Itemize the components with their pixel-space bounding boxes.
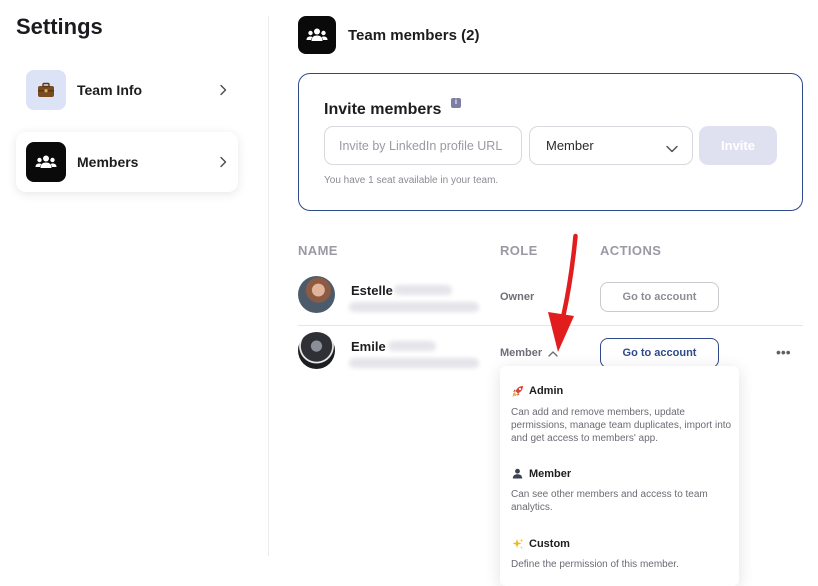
redacted-surname [394,285,452,295]
sidebar-item-label: Members [77,154,139,170]
person-icon [511,467,524,480]
invite-card: Invite members i Member Invite You have … [298,73,803,211]
role-label: Member [500,347,543,359]
avatar [298,276,335,313]
page-title: Team members (2) [348,27,480,44]
redacted-surname [388,341,436,351]
role-select-value: Member [546,138,594,153]
avatar [298,332,335,369]
go-to-account-button[interactable]: Go to account [600,338,719,368]
info-icon[interactable]: i [451,98,461,108]
column-header-name: NAME [298,243,338,258]
role-dropdown-toggle[interactable]: Member [500,347,558,359]
role-option-description: Can see other members and access to team… [511,489,708,513]
role-option-label: Custom [529,537,570,550]
more-options-icon[interactable]: ••• [776,345,791,359]
role-label: Owner [500,291,535,303]
redacted-detail [349,302,479,312]
role-option-label: Member [529,467,572,480]
sidebar-item-members[interactable]: Members [16,132,238,192]
settings-title: Settings [16,14,103,39]
chevron-up-icon [548,350,558,357]
row-divider [298,325,803,326]
sidebar-item-team-info[interactable]: Team Info [16,60,238,120]
chevron-right-icon [216,155,230,169]
role-option-description: Define the permission of this member. [511,559,679,570]
vertical-divider [268,16,269,556]
redacted-detail [349,358,479,368]
team-icon [26,142,66,182]
sparkles-icon [511,537,524,550]
linkedin-url-input[interactable] [324,126,522,165]
member-name: Emile [351,339,386,354]
role-option-label: Admin [529,384,564,397]
team-icon [298,16,336,54]
go-to-account-button[interactable]: Go to account [600,282,719,312]
role-option-member[interactable]: Member [511,467,571,480]
role-select[interactable]: Member [529,126,693,165]
role-option-admin[interactable]: Admin [511,384,563,397]
briefcase-icon [26,70,66,110]
rocket-icon [511,384,524,397]
column-header-actions: ACTIONS [600,243,662,258]
role-option-custom[interactable]: Custom [511,537,570,550]
member-name: Estelle [351,283,393,298]
invite-title: Invite members [324,101,442,118]
role-dropdown-menu: Admin Can add and remove members, update… [500,366,739,586]
role-option-description: Can add and remove members, update permi… [511,407,732,444]
column-header-role: ROLE [500,243,538,258]
chevron-right-icon [216,83,230,97]
invite-button[interactable]: Invite [699,126,777,165]
sidebar-item-label: Team Info [77,82,143,98]
seat-note: You have 1 seat available in your team. [324,175,499,186]
chevron-down-icon [666,141,678,156]
